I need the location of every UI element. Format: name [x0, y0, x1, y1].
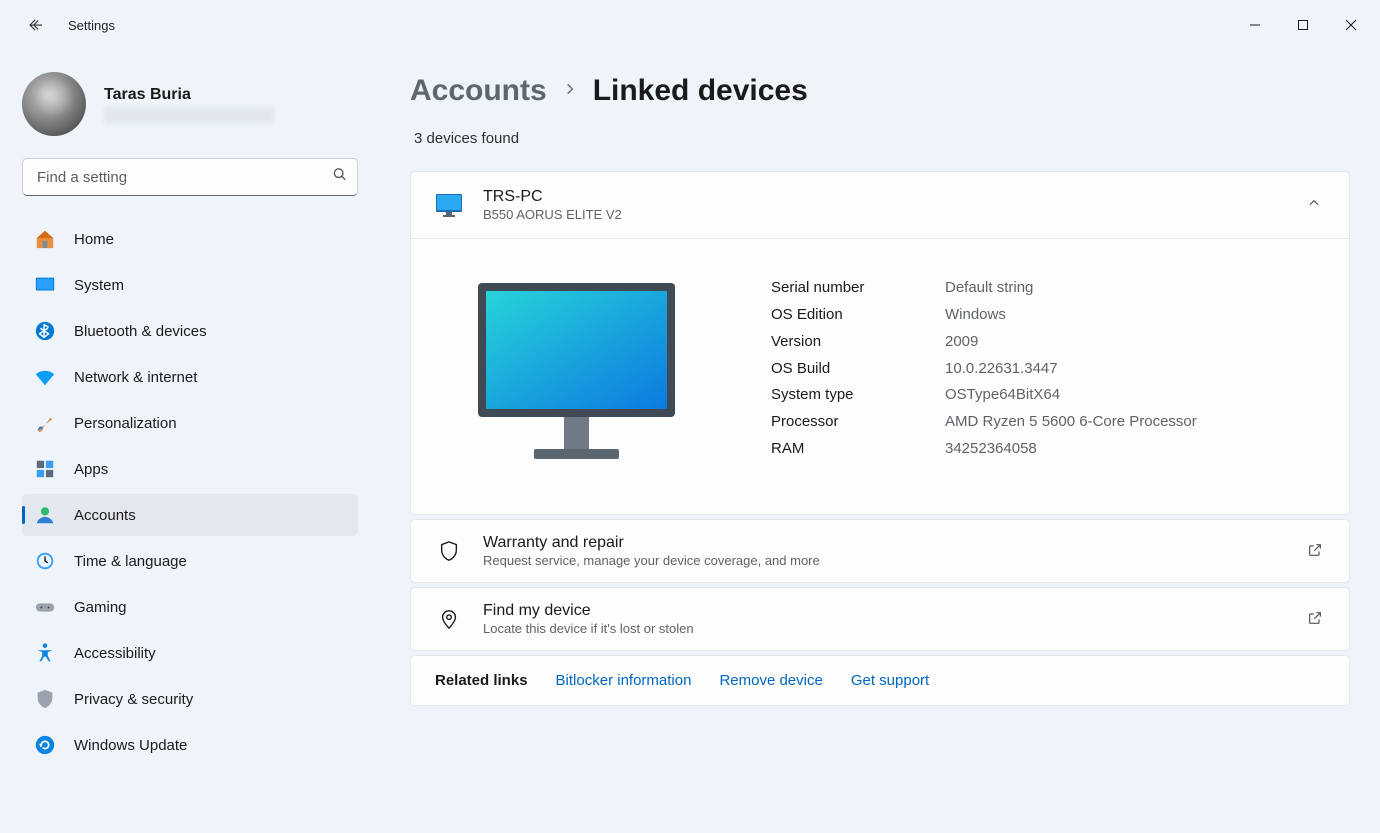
- related-label: Related links: [435, 672, 528, 689]
- spec-label: RAM: [771, 440, 945, 464]
- breadcrumb: Accounts Linked devices: [410, 74, 1350, 108]
- external-link-icon: [1307, 610, 1325, 628]
- nav-network[interactable]: Network & internet: [22, 356, 358, 398]
- external-link-icon: [1307, 542, 1325, 560]
- device-details: Serial number Default string OS Edition …: [411, 238, 1349, 514]
- nav-label: Time & language: [74, 553, 187, 570]
- link-title: Warranty and repair: [483, 534, 1287, 552]
- device-card: TRS-PC B550 AORUS ELITE V2: [410, 171, 1350, 515]
- nav-label: Personalization: [74, 415, 177, 432]
- device-name: TRS-PC: [483, 188, 1287, 206]
- brush-icon: [34, 412, 56, 434]
- time-icon: [34, 550, 56, 572]
- spec-label: System type: [771, 386, 945, 410]
- accounts-icon: [34, 504, 56, 526]
- spec-value: Default string: [945, 279, 1197, 303]
- nav-label: Accounts: [74, 507, 136, 524]
- nav-time[interactable]: Time & language: [22, 540, 358, 582]
- spec-label: OS Build: [771, 360, 945, 384]
- nav-gaming[interactable]: Gaming: [22, 586, 358, 628]
- chevron-right-icon: [563, 82, 577, 101]
- sidebar: Taras Buria Home System Bluetooth & devi…: [0, 50, 370, 833]
- window-controls: [1232, 9, 1374, 41]
- privacy-icon: [34, 688, 56, 710]
- maximize-button[interactable]: [1280, 9, 1326, 41]
- spec-value: AMD Ryzen 5 5600 6-Core Processor: [945, 413, 1197, 437]
- nav-label: Apps: [74, 461, 108, 478]
- link-bitlocker[interactable]: Bitlocker information: [556, 672, 692, 689]
- avatar: [22, 72, 86, 136]
- accessibility-icon: [34, 642, 56, 664]
- link-get-support[interactable]: Get support: [851, 672, 929, 689]
- bluetooth-icon: [34, 320, 56, 342]
- close-button[interactable]: [1328, 9, 1374, 41]
- apps-icon: [34, 458, 56, 480]
- device-card-header[interactable]: TRS-PC B550 AORUS ELITE V2: [411, 172, 1349, 238]
- link-title: Find my device: [483, 602, 1287, 620]
- nav-list: Home System Bluetooth & devices Network …: [22, 218, 358, 766]
- related-links: Related links Bitlocker information Remo…: [410, 655, 1350, 706]
- chevron-up-icon: [1307, 196, 1325, 214]
- page-title: Linked devices: [593, 74, 808, 108]
- profile-email-redacted: [104, 107, 274, 123]
- update-icon: [34, 734, 56, 756]
- search-box: [22, 158, 358, 196]
- app-title: Settings: [68, 18, 115, 33]
- profile-name: Taras Buria: [104, 86, 274, 104]
- search-input[interactable]: [22, 158, 358, 196]
- spec-grid: Serial number Default string OS Edition …: [771, 279, 1197, 464]
- link-remove-device[interactable]: Remove device: [719, 672, 822, 689]
- device-model: B550 AORUS ELITE V2: [483, 207, 1287, 222]
- link-subtitle: Locate this device if it's lost or stole…: [483, 621, 1287, 636]
- shield-icon: [435, 539, 463, 563]
- nav-update[interactable]: Windows Update: [22, 724, 358, 766]
- devices-count: 3 devices found: [414, 130, 1350, 147]
- nav-system[interactable]: System: [22, 264, 358, 306]
- spec-value: 10.0.22631.3447: [945, 360, 1197, 384]
- system-icon: [34, 274, 56, 296]
- nav-label: System: [74, 277, 124, 294]
- back-button[interactable]: [26, 15, 46, 35]
- nav-personalization[interactable]: Personalization: [22, 402, 358, 444]
- nav-accounts[interactable]: Accounts: [22, 494, 358, 536]
- monitor-illustration: [471, 279, 681, 464]
- location-icon: [435, 607, 463, 631]
- spec-value: 34252364058: [945, 440, 1197, 464]
- spec-label: Version: [771, 333, 945, 357]
- home-icon: [34, 228, 56, 250]
- wifi-icon: [34, 366, 56, 388]
- nav-home[interactable]: Home: [22, 218, 358, 260]
- nav-privacy[interactable]: Privacy & security: [22, 678, 358, 720]
- nav-label: Gaming: [74, 599, 127, 616]
- nav-accessibility[interactable]: Accessibility: [22, 632, 358, 674]
- nav-label: Network & internet: [74, 369, 197, 386]
- spec-label: Processor: [771, 413, 945, 437]
- gaming-icon: [34, 596, 56, 618]
- minimize-button[interactable]: [1232, 9, 1278, 41]
- breadcrumb-parent[interactable]: Accounts: [410, 74, 547, 108]
- nav-label: Bluetooth & devices: [74, 323, 207, 340]
- titlebar: Settings: [0, 0, 1380, 50]
- warranty-link[interactable]: Warranty and repair Request service, man…: [410, 519, 1350, 583]
- main-content: Accounts Linked devices 3 devices found …: [370, 50, 1380, 833]
- search-icon: [332, 167, 348, 188]
- nav-apps[interactable]: Apps: [22, 448, 358, 490]
- nav-label: Home: [74, 231, 114, 248]
- spec-value: OSType64BitX64: [945, 386, 1197, 410]
- nav-label: Accessibility: [74, 645, 156, 662]
- nav-label: Privacy & security: [74, 691, 193, 708]
- find-device-link[interactable]: Find my device Locate this device if it'…: [410, 587, 1350, 651]
- nav-bluetooth[interactable]: Bluetooth & devices: [22, 310, 358, 352]
- profile-section[interactable]: Taras Buria: [22, 72, 358, 136]
- spec-value: Windows: [945, 306, 1197, 330]
- spec-label: OS Edition: [771, 306, 945, 330]
- spec-label: Serial number: [771, 279, 945, 303]
- link-subtitle: Request service, manage your device cove…: [483, 553, 1287, 568]
- nav-label: Windows Update: [74, 737, 187, 754]
- spec-value: 2009: [945, 333, 1197, 357]
- monitor-icon: [435, 193, 463, 217]
